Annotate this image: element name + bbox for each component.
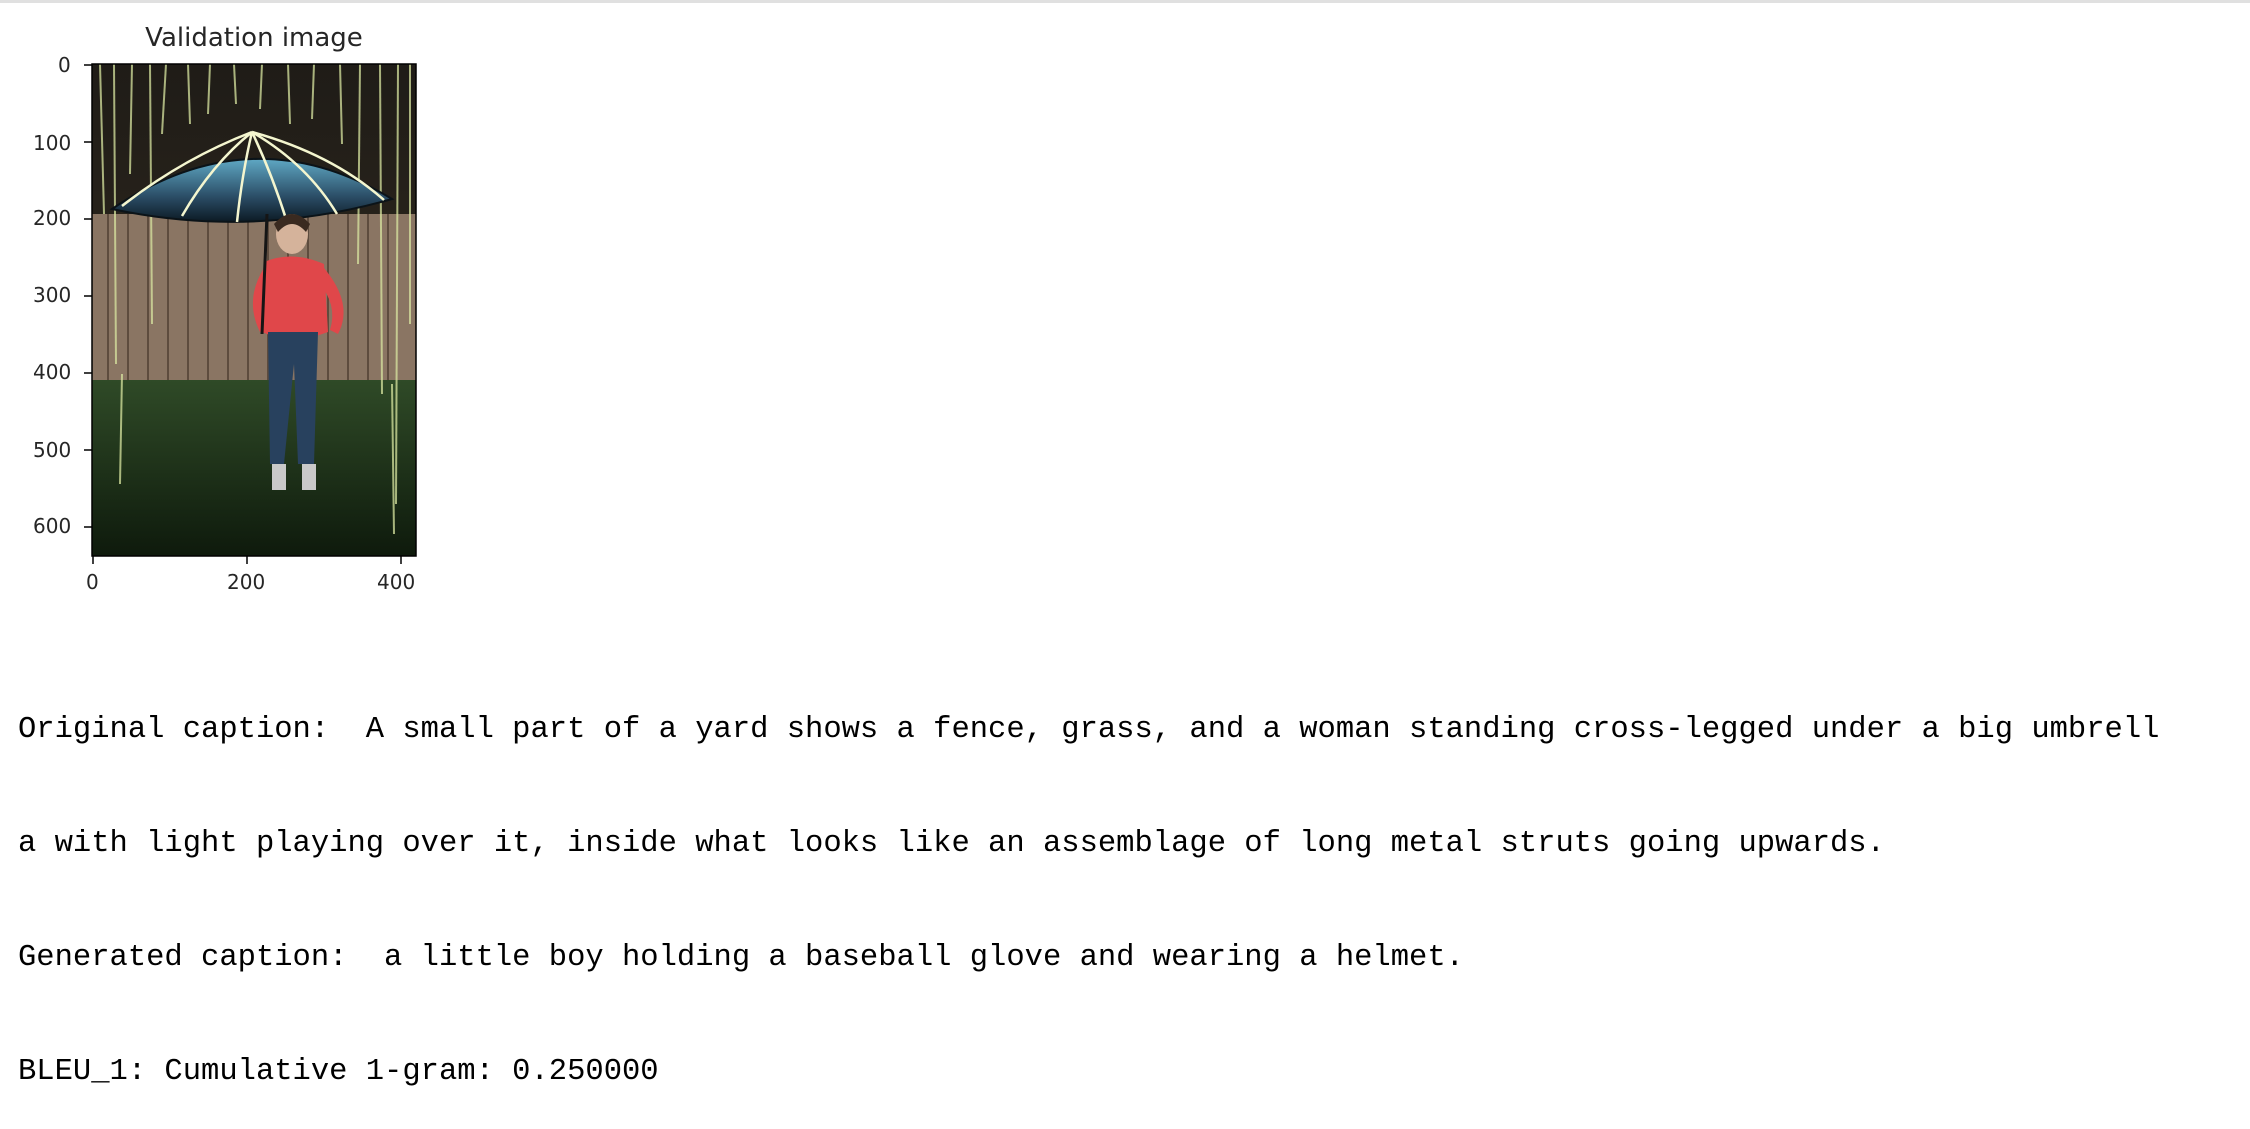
x-tick-label: 200 — [227, 570, 266, 594]
plot-title: Validation image — [145, 23, 363, 53]
bleu-score: BLEU_1: Cumulative 1-gram: 0.250000 — [18, 1055, 659, 1089]
original-caption-line-1: Original caption: A small part of a yard… — [18, 713, 2160, 747]
cell-output-text: Original caption: A small part of a yard… — [18, 635, 2238, 1129]
y-tick-label: 600 — [33, 514, 72, 538]
y-tick-label: 100 — [33, 131, 72, 155]
plot-axes — [84, 63, 417, 564]
x-tick-label: 400 — [377, 570, 416, 594]
original-caption-line-2: a with light playing over it, inside wha… — [18, 827, 1885, 861]
validation-image — [92, 63, 416, 556]
generated-caption: Generated caption: a little boy holding … — [18, 941, 1464, 975]
y-tick-label: 400 — [33, 360, 72, 384]
y-tick-label: 200 — [33, 206, 72, 230]
y-tick-label: 500 — [33, 438, 72, 462]
y-tick-label: 0 — [58, 53, 71, 77]
x-tick-marks — [92, 556, 402, 564]
y-tick-marks — [84, 64, 92, 528]
matplotlib-figure: Validation image 0 100 200 300 400 500 6… — [0, 0, 500, 610]
y-tick-label: 300 — [33, 283, 72, 307]
x-tick-label: 0 — [86, 570, 99, 594]
